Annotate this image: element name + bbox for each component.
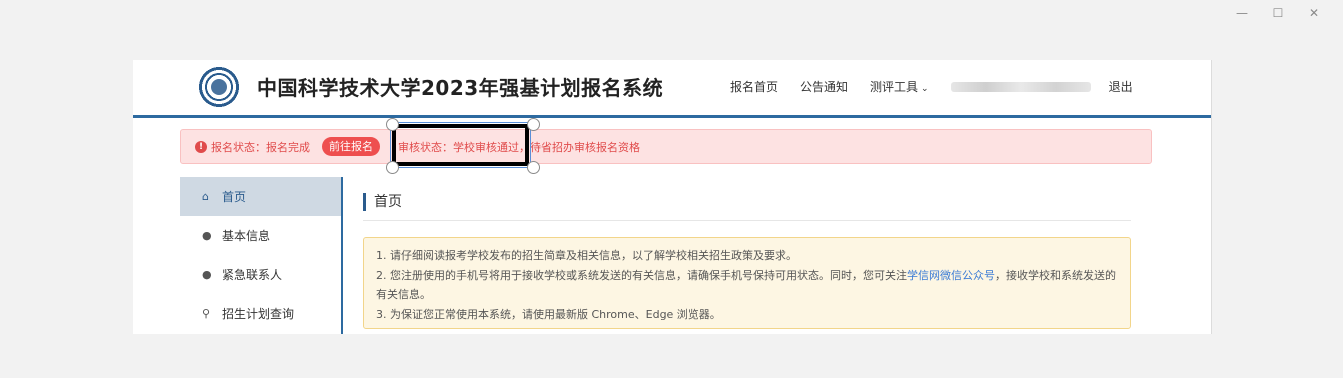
selection-box[interactable] xyxy=(390,122,531,168)
app-window: 中国科学技术大学2023年强基计划报名系统 报名首页 公告通知 测评工具 ⌄ 退出… xyxy=(133,60,1212,334)
resize-handle-top-right[interactable] xyxy=(527,118,540,131)
sidebar-item-home[interactable]: ⌂ 首页 xyxy=(180,177,341,216)
nav-tools-label: 测评工具 xyxy=(870,80,919,94)
maximize-button[interactable]: ☐ xyxy=(1271,6,1285,20)
page-title: 首页 xyxy=(363,193,402,211)
notice-line-2-text: 2. 您注册使用的手机号将用于接收学校或系统发送的有关信息，请确保手机号保持可用… xyxy=(376,268,907,282)
sidebar-item-basic-info[interactable]: ● 基本信息 xyxy=(180,216,341,255)
user-name-redacted xyxy=(950,81,1091,92)
notice-box: 1. 请仔细阅读报考学校发布的招生简章及相关信息，以了解学校相关招生政策及要求。… xyxy=(363,237,1131,329)
window-controls: — ☐ ✕ xyxy=(1235,6,1321,20)
notice-line-2: 2. 您注册使用的手机号将用于接收学校或系统发送的有关信息，请确保手机号保持可用… xyxy=(376,266,1118,305)
user-icon: ● xyxy=(202,229,212,242)
home-icon: ⌂ xyxy=(202,190,209,203)
registration-status: ! 报名状态：报名完成 xyxy=(195,139,310,155)
sidebar-item-label: 紧急联系人 xyxy=(222,268,283,282)
site-title: 中国科学技术大学2023年强基计划报名系统 xyxy=(257,76,664,100)
go-register-button[interactable]: 前往报名 xyxy=(322,137,380,156)
sidebar-item-label: 首页 xyxy=(222,190,247,204)
search-icon: ⚲ xyxy=(202,307,211,320)
close-button[interactable]: ✕ xyxy=(1307,6,1321,20)
nav-notice-link[interactable]: 公告通知 xyxy=(800,78,848,95)
sidebar: ⌂ 首页 ● 基本信息 ● 紧急联系人 ⚲ 招生计划查询 xyxy=(180,177,343,334)
university-logo xyxy=(196,64,242,110)
notice-line-1: 1. 请仔细阅读报考学校发布的招生简章及相关信息，以了解学校相关招生政策及要求。 xyxy=(376,249,797,262)
user-icon: ● xyxy=(202,268,212,281)
resize-handle-bottom-right[interactable] xyxy=(527,161,540,174)
notice-line-3: 3. 为保证您正常使用本系统，请使用最新版 Chrome、Edge 浏览器。 xyxy=(376,307,721,321)
top-nav: 报名首页 公告通知 测评工具 ⌄ 退出 xyxy=(730,78,1133,95)
main-content: 首页 1. 请仔细阅读报考学校发布的招生简章及相关信息，以了解学校相关招生政策及… xyxy=(341,177,1150,334)
nav-home-link[interactable]: 报名首页 xyxy=(730,78,778,95)
status-alert: ! 报名状态：报名完成 前往报名 审核状态：学校审核通过，待省招办审核报名资格 xyxy=(180,129,1152,164)
sidebar-item-label: 基本信息 xyxy=(222,229,271,243)
sidebar-item-label: 招生计划查询 xyxy=(222,307,295,321)
nav-tools-dropdown[interactable]: 测评工具 ⌄ xyxy=(870,78,929,95)
divider xyxy=(363,220,1131,221)
minimize-button[interactable]: — xyxy=(1235,6,1249,20)
registration-status-text: 报名状态：报名完成 xyxy=(211,141,310,154)
sidebar-item-emergency-contact[interactable]: ● 紧急联系人 xyxy=(180,255,341,294)
resize-handle-bottom-left[interactable] xyxy=(386,161,399,174)
site-header: 中国科学技术大学2023年强基计划报名系统 报名首页 公告通知 测评工具 ⌄ 退出 xyxy=(133,60,1211,118)
sidebar-item-plan-query[interactable]: ⚲ 招生计划查询 xyxy=(180,294,341,333)
logout-link[interactable]: 退出 xyxy=(1109,78,1133,95)
chevron-down-icon: ⌄ xyxy=(921,84,929,94)
wechat-account-link[interactable]: 学信网微信公众号 xyxy=(907,269,995,282)
exclamation-icon: ! xyxy=(195,141,207,153)
resize-handle-top-left[interactable] xyxy=(386,118,399,131)
